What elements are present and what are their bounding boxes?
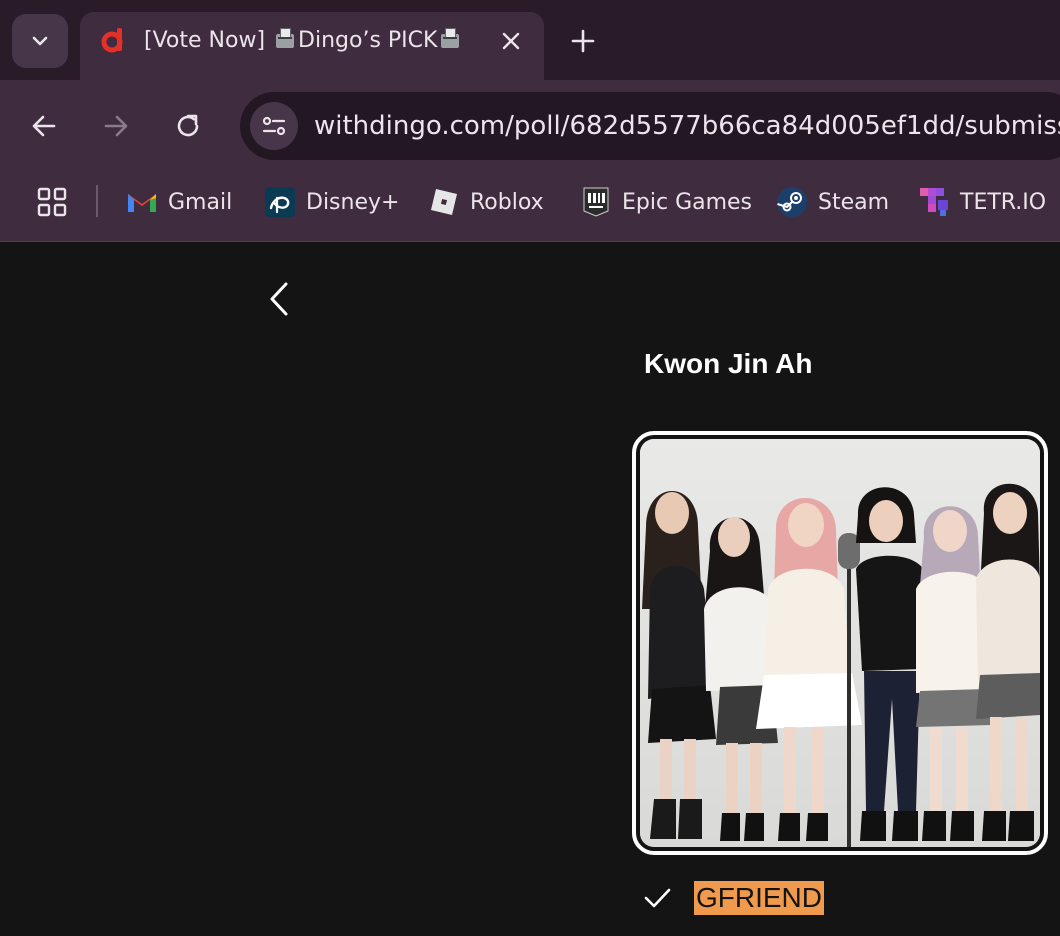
ballot-box-icon: [439, 27, 461, 49]
gmail-icon: [126, 186, 158, 218]
steam-icon: [776, 186, 808, 218]
tab-title: [Vote Now] Dingo’s PICK: [144, 26, 463, 56]
arrow-left-icon: [32, 115, 56, 137]
disney-plus-icon: [264, 186, 296, 218]
epic-games-icon: [580, 186, 612, 218]
reload-icon: [177, 114, 199, 137]
dingo-favicon-icon: [101, 28, 123, 53]
forward-button[interactable]: [94, 104, 138, 148]
bookmark-label: Epic Games: [622, 189, 753, 215]
candidate-photo-card[interactable]: [632, 431, 1048, 855]
group-photo-illustration: [640, 439, 1040, 847]
bookmark-label: Gmail: [168, 189, 233, 215]
group-name-label: GFRIEND: [694, 881, 824, 915]
bookmark-label: Roblox: [470, 189, 544, 215]
ballot-box-icon: [274, 27, 296, 49]
tab-close-button[interactable]: [498, 28, 524, 54]
reload-button[interactable]: [166, 104, 210, 148]
tetrio-icon: [918, 186, 950, 218]
bookmark-label: Steam: [818, 189, 890, 215]
bookmarks-bar: Gmail Disney+ Roblox Epic Games Steam TE…: [0, 172, 1060, 242]
arrow-right-icon: [104, 115, 128, 137]
browser-toolbar: withdingo.com/poll/682d5577b66ca84d005ef…: [0, 80, 1060, 172]
bookmark-gmail[interactable]: Gmail: [126, 182, 232, 222]
roblox-icon: [428, 186, 460, 218]
apps-grid-icon[interactable]: [36, 186, 68, 218]
chevron-left-icon: [270, 282, 288, 316]
bookmark-roblox[interactable]: Roblox: [428, 182, 544, 222]
chevron-down-icon: [32, 36, 48, 46]
page-back-button[interactable]: [264, 280, 294, 318]
back-button[interactable]: [22, 104, 66, 148]
active-tab[interactable]: [Vote Now] Dingo’s PICK: [80, 12, 544, 80]
site-info-button[interactable]: [250, 102, 298, 150]
group-photo: [640, 439, 1040, 847]
bookmark-epic-games[interactable]: Epic Games: [580, 182, 752, 222]
tab-title-prefix: [Vote Now]: [144, 28, 266, 53]
new-tab-button[interactable]: [568, 26, 598, 56]
tune-icon: [262, 116, 286, 136]
check-icon: [640, 881, 674, 915]
plus-icon: [571, 29, 595, 53]
address-bar[interactable]: withdingo.com/poll/682d5577b66ca84d005ef…: [240, 92, 1060, 160]
group-selection-row[interactable]: GFRIEND: [640, 878, 824, 918]
bookmark-label: Disney+: [306, 189, 400, 215]
bookmark-label: TETR.IO: [960, 189, 1047, 215]
bookmark-disney-plus[interactable]: Disney+: [264, 182, 399, 222]
candidate-name: Kwon Jin Ah: [644, 348, 813, 379]
page-content: Kwon Jin Ah GFRIEND: [0, 242, 1060, 936]
bookmark-steam[interactable]: Steam: [776, 182, 889, 222]
tab-title-main: Dingo’s PICK: [298, 28, 438, 53]
bookmarks-divider: [96, 185, 98, 217]
bookmark-tetrio[interactable]: TETR.IO: [918, 182, 1046, 222]
url-text: withdingo.com/poll/682d5577b66ca84d005ef…: [314, 111, 1060, 141]
close-icon: [502, 32, 520, 50]
tab-strip: [Vote Now] Dingo’s PICK: [0, 0, 1060, 80]
tab-search-button[interactable]: [12, 14, 68, 68]
